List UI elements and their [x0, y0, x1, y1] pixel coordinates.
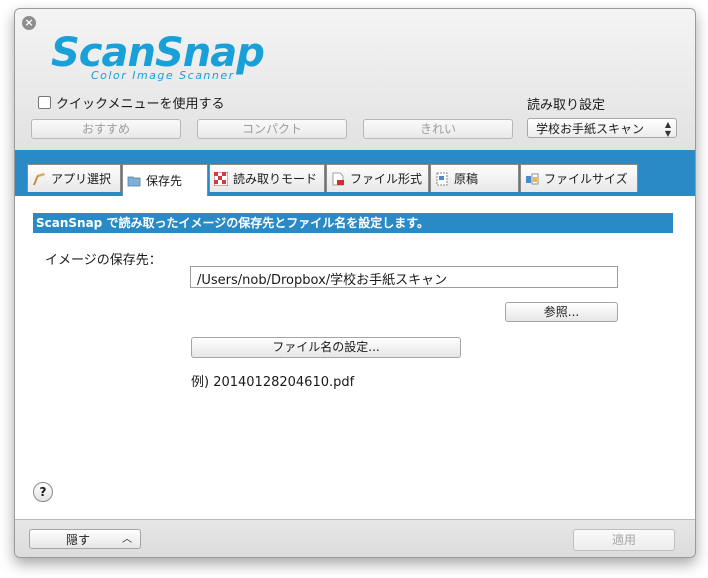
folder-icon: [127, 176, 141, 186]
tab-label: 読み取りモード: [233, 172, 318, 186]
close-icon[interactable]: ×: [22, 16, 36, 30]
apply-button[interactable]: 適用: [573, 529, 675, 551]
scansnap-window: × ScanSnap Color Image Scanner クイックメニューを…: [14, 8, 696, 558]
browse-button[interactable]: 参照...: [505, 302, 618, 322]
hide-button[interactable]: 隠す ︿: [29, 529, 141, 549]
color-grid-icon: [214, 171, 228, 186]
quick-menu-checkbox[interactable]: クイックメニューを使用する: [38, 93, 224, 112]
destination-path-input[interactable]: /Users/nob/Dropbox/学校お手紙スキャン: [190, 266, 618, 288]
filename-settings-button[interactable]: ファイル名の設定...: [191, 337, 461, 358]
tab-scan-mode[interactable]: 読み取りモード: [209, 164, 325, 192]
tab-label: ファイル形式: [350, 172, 423, 186]
chevron-up-icon: ︿: [122, 534, 132, 545]
filesize-icon: [526, 173, 539, 184]
tab-label: アプリ選択: [51, 172, 112, 186]
tab-document[interactable]: 原稿: [430, 164, 519, 192]
filename-example: 例) 20140128204610.pdf: [191, 375, 355, 390]
document-icon: [436, 172, 448, 185]
tab-label: ファイルサイズ: [544, 172, 628, 186]
panel-title: ScanSnap で読み取ったイメージの保存先とファイル名を設定します。: [33, 213, 673, 233]
tab-bar: アプリ選択 保存先 読み取りモード ファイル形式 原稿 ファイルサイズ: [15, 150, 695, 196]
tab-save-destination[interactable]: 保存先: [122, 164, 208, 196]
footer: 隠す ︿ 適用: [15, 519, 695, 557]
tab-app-select[interactable]: アプリ選択: [27, 164, 121, 192]
tab-file-size[interactable]: ファイルサイズ: [520, 164, 638, 192]
settings-label: 読み取り設定: [527, 98, 606, 113]
save-destination-panel: ScanSnap で読み取ったイメージの保存先とファイル名を設定します。 イメー…: [15, 196, 695, 519]
preset-clean-button[interactable]: きれい: [363, 119, 513, 139]
checkbox-icon[interactable]: [38, 96, 51, 109]
preset-recommended-button[interactable]: おすすめ: [31, 119, 181, 139]
header: × ScanSnap Color Image Scanner クイックメニューを…: [15, 9, 695, 150]
help-icon[interactable]: ?: [33, 482, 53, 502]
pdf-file-icon: [332, 172, 344, 185]
tab-file-format[interactable]: ファイル形式: [326, 164, 429, 192]
destination-label: イメージの保存先：: [45, 253, 162, 268]
settings-select-value: 学校お手紙スキャン: [536, 122, 645, 136]
pen-icon: [33, 172, 45, 185]
settings-select[interactable]: 学校お手紙スキャン ▲ ▼: [527, 118, 677, 138]
preset-compact-button[interactable]: コンパクト: [197, 119, 347, 139]
tab-label: 原稿: [454, 172, 479, 186]
select-arrows-icon: ▲ ▼: [664, 120, 671, 138]
quick-menu-label: クイックメニューを使用する: [56, 97, 225, 112]
logo-sub-text: Color Image Scanner: [91, 69, 235, 82]
scansnap-logo: ScanSnap Color Image Scanner: [51, 31, 351, 91]
hide-button-label: 隠す: [66, 533, 91, 547]
tab-label: 保存先: [146, 174, 183, 188]
